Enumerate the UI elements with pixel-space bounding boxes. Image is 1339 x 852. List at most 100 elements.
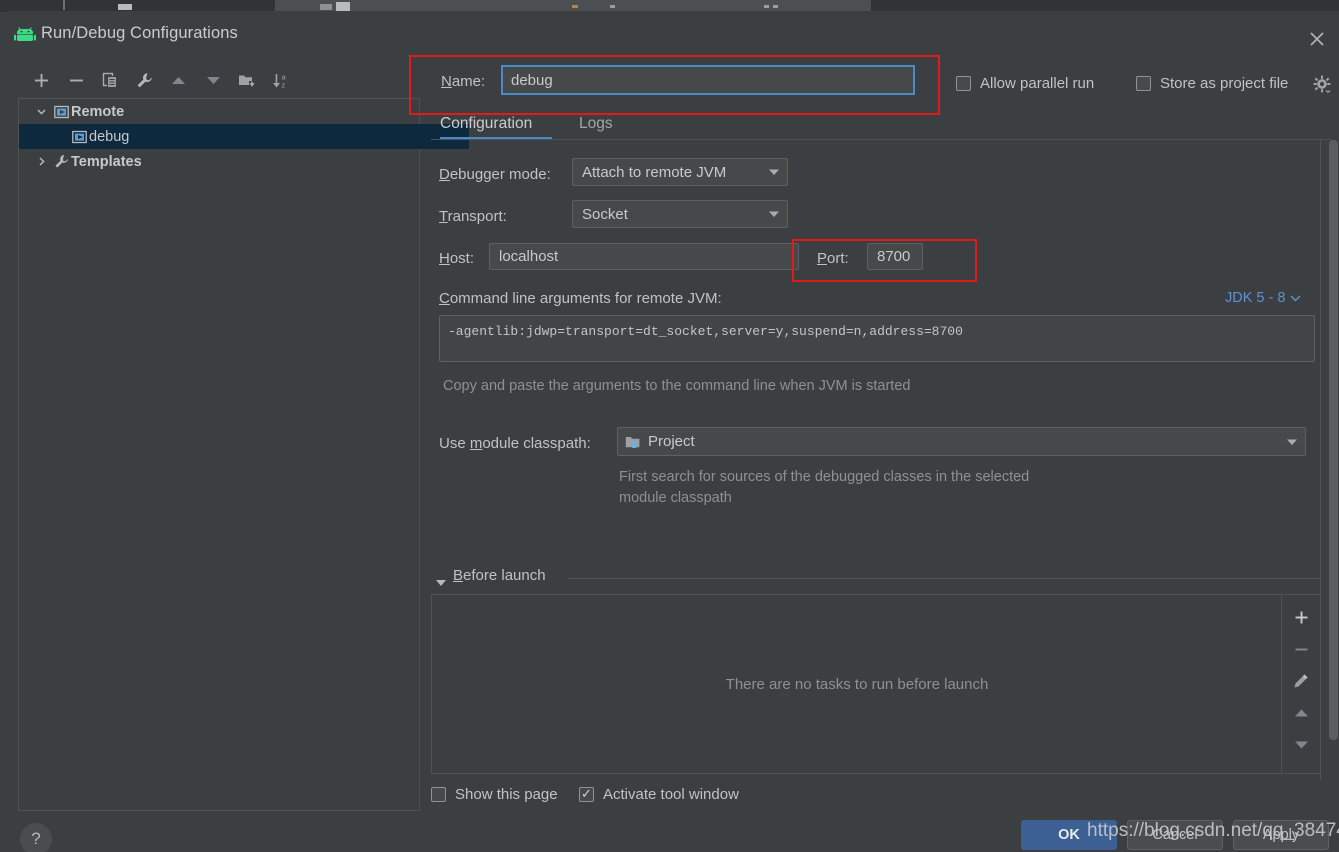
add-task-button[interactable] xyxy=(1282,601,1320,633)
module-classpath-value: Project xyxy=(641,433,1279,450)
checkbox-box xyxy=(1136,76,1151,91)
gear-icon[interactable] xyxy=(1313,75,1331,96)
allow-parallel-run-checkbox[interactable]: Allow parallel run xyxy=(956,75,1094,92)
tab-bar: Configuration Logs xyxy=(431,109,1331,139)
wrench-icon[interactable] xyxy=(129,65,159,95)
jdk-version-selector[interactable]: JDK 5 - 8 xyxy=(1225,290,1301,306)
host-input[interactable]: localhost xyxy=(489,243,799,270)
collapse-triangle-icon[interactable] xyxy=(435,574,447,590)
before-launch-title: Before launch xyxy=(453,567,546,584)
bg-detail xyxy=(610,5,615,8)
module-classpath-hint-line2: module classpath xyxy=(619,490,732,506)
bg-detail xyxy=(773,5,778,8)
checkbox-box xyxy=(579,787,594,802)
host-label: Host: xyxy=(439,250,474,267)
transport-select[interactable]: Socket xyxy=(572,200,788,228)
debugger-mode-value: Attach to remote JVM xyxy=(573,164,761,181)
port-label: Port: xyxy=(817,250,849,267)
tab-logs[interactable]: Logs xyxy=(579,109,613,139)
before-launch-toolbar xyxy=(1282,595,1320,773)
tree-item-label: Templates xyxy=(71,154,142,170)
chevron-down-icon[interactable] xyxy=(31,106,51,117)
debugger-mode-select[interactable]: Attach to remote JVM xyxy=(572,158,788,186)
tree-item-debug[interactable]: debug xyxy=(19,124,469,149)
tree-item-label: Remote xyxy=(71,104,124,120)
config-scrollbar-thumb[interactable] xyxy=(1329,140,1338,740)
remote-icon xyxy=(51,105,71,119)
tab-label: Configuration xyxy=(440,115,532,133)
move-task-up-button[interactable] xyxy=(1282,697,1320,729)
folder-add-icon[interactable] xyxy=(232,65,262,95)
move-task-down-button[interactable] xyxy=(1282,729,1320,761)
sort-az-icon[interactable]: a z xyxy=(266,65,296,95)
copy-icon[interactable] xyxy=(95,65,125,95)
tree-item-label: debug xyxy=(89,129,129,145)
bg-detail xyxy=(63,0,65,10)
bg-detail xyxy=(118,4,132,10)
before-launch-task-list[interactable]: There are no tasks to run before launch xyxy=(431,594,1321,774)
transport-label: Transport: xyxy=(439,208,507,225)
dialog-title: Run/Debug Configurations xyxy=(41,24,238,43)
chevron-down-icon xyxy=(761,168,787,176)
help-button-label: ? xyxy=(31,829,40,849)
ok-button[interactable]: OK xyxy=(1021,820,1117,850)
cancel-button-label: Cancel xyxy=(1152,827,1197,843)
remove-task-button[interactable] xyxy=(1282,633,1320,665)
activate-tool-window-checkbox[interactable]: Activate tool window xyxy=(579,786,739,803)
section-divider xyxy=(567,578,1321,579)
arrow-down-icon[interactable] xyxy=(198,65,228,95)
apply-button-label: Apply xyxy=(1263,827,1299,843)
remove-configuration-button[interactable] xyxy=(61,65,91,95)
show-this-page-label: Show this page xyxy=(455,786,558,803)
jdk-version-label: JDK 5 - 8 xyxy=(1225,290,1285,306)
dialog-body: Run/Debug Configurations xyxy=(8,11,1339,852)
configuration-panel: Debugger mode: Attach to remote JVM Tran… xyxy=(431,140,1319,543)
port-value: 8700 xyxy=(877,248,910,265)
add-configuration-button[interactable] xyxy=(26,65,56,95)
command-line-args-label: Command line arguments for remote JVM: xyxy=(439,290,722,307)
chevron-right-icon[interactable] xyxy=(31,156,51,167)
port-input[interactable]: 8700 xyxy=(867,243,923,270)
arrow-up-icon[interactable] xyxy=(163,65,193,95)
configurations-tree[interactable]: Remote debug xyxy=(18,98,420,811)
chevron-down-icon xyxy=(761,210,787,218)
tab-label: Logs xyxy=(579,115,613,133)
transport-value: Socket xyxy=(573,206,761,223)
apply-button[interactable]: Apply xyxy=(1233,820,1329,850)
command-line-args-value: -agentlib:jdwp=transport=dt_socket,serve… xyxy=(448,324,963,339)
tab-configuration[interactable]: Configuration xyxy=(440,109,532,139)
activate-tool-window-label: Activate tool window xyxy=(603,786,739,803)
debugger-mode-label: Debugger mode: xyxy=(439,166,551,183)
pencil-icon[interactable] xyxy=(1282,665,1320,697)
name-input[interactable] xyxy=(501,65,915,95)
module-classpath-label: Use module classpath: xyxy=(439,435,591,452)
run-debug-configurations-dialog: Run/Debug Configurations xyxy=(0,0,1339,852)
tree-item-templates[interactable]: Templates xyxy=(19,149,431,174)
help-button[interactable]: ? xyxy=(20,823,52,852)
dialog-titlebar: Run/Debug Configurations xyxy=(8,11,1339,49)
allow-parallel-run-label: Allow parallel run xyxy=(980,75,1094,92)
show-this-page-checkbox[interactable]: Show this page xyxy=(431,786,558,803)
checkbox-box xyxy=(956,76,971,91)
host-value: localhost xyxy=(499,248,558,265)
module-classpath-hint-line1: First search for sources of the debugged… xyxy=(619,469,1029,485)
remote-icon xyxy=(69,130,89,144)
bg-detail xyxy=(764,5,769,8)
cancel-button[interactable]: Cancel xyxy=(1127,820,1223,850)
tree-item-remote[interactable]: Remote xyxy=(19,99,431,124)
module-icon xyxy=(618,435,641,449)
command-line-args-textarea[interactable]: -agentlib:jdwp=transport=dt_socket,serve… xyxy=(439,315,1315,362)
store-as-project-file-checkbox[interactable]: Store as project file xyxy=(1136,75,1288,92)
store-as-project-file-label: Store as project file xyxy=(1160,75,1288,92)
command-line-args-hint: Copy and paste the arguments to the comm… xyxy=(443,378,910,394)
checkbox-box xyxy=(431,787,446,802)
wrench-icon xyxy=(51,154,71,169)
ok-button-label: OK xyxy=(1058,827,1080,843)
configurations-toolbar: a z xyxy=(18,65,424,95)
close-icon[interactable] xyxy=(1305,27,1329,51)
before-launch-header: Before launch xyxy=(431,567,1321,591)
module-classpath-select[interactable]: Project xyxy=(617,427,1306,456)
bg-detail xyxy=(336,2,350,11)
bg-detail xyxy=(320,4,332,10)
android-icon xyxy=(14,27,36,43)
